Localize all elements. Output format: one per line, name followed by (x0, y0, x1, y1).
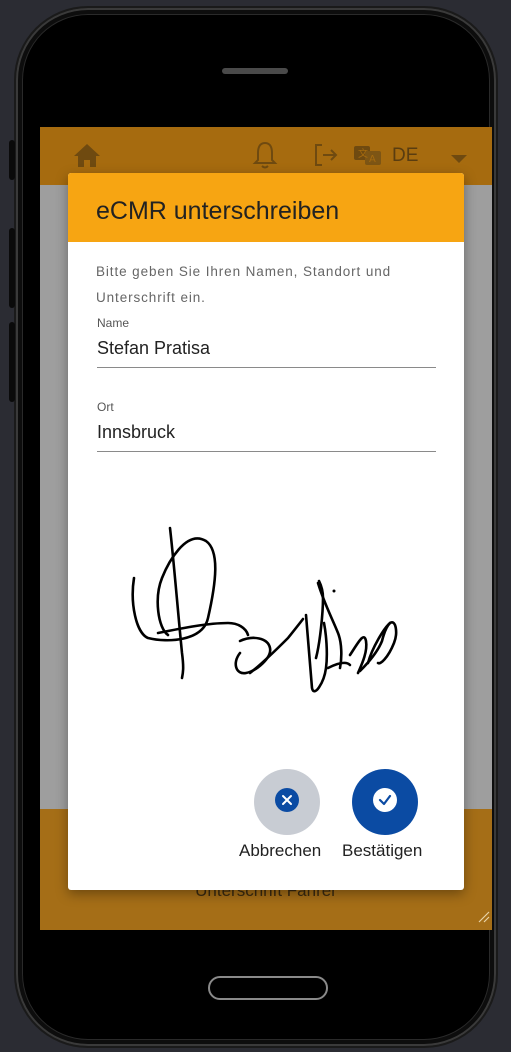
location-field-underline (97, 451, 436, 452)
dialog-instructions: Bitte geben Sie Ihren Namen, Standort un… (96, 264, 392, 305)
phone-home-button[interactable] (208, 976, 328, 1000)
side-button-mute (9, 140, 15, 180)
check-icon (372, 787, 398, 818)
cancel-button-label[interactable]: Abbrechen (239, 841, 321, 861)
sign-ecmr-dialog: eCMR unterschreiben Bitte geben Sie Ihre… (68, 173, 464, 890)
signature-pad[interactable] (128, 523, 418, 708)
translate-icon[interactable]: 文A (353, 144, 383, 173)
name-field-label: Name (97, 316, 130, 330)
svg-text:文: 文 (358, 147, 368, 160)
language-selector[interactable]: DE (392, 145, 418, 167)
confirm-button-label[interactable]: Bestätigen (342, 841, 422, 861)
name-field[interactable]: Stefan Pratisa (97, 338, 210, 359)
cancel-button[interactable] (254, 769, 320, 835)
location-field-label: Ort (97, 400, 114, 414)
caret-down-icon[interactable] (450, 151, 468, 169)
resize-handle-icon (476, 909, 490, 928)
name-field-underline (97, 367, 436, 368)
side-button-volume-down (9, 322, 15, 402)
logout-icon[interactable] (312, 142, 340, 173)
signature-drawing (131, 526, 398, 693)
phone-speaker (222, 68, 288, 74)
dialog-header: eCMR unterschreiben (68, 173, 464, 242)
side-button-volume-up (9, 228, 15, 308)
home-icon[interactable] (72, 141, 102, 174)
close-icon (274, 787, 300, 818)
location-field[interactable]: Innsbruck (97, 422, 175, 443)
svg-text:A: A (369, 154, 376, 165)
dialog-title: eCMR unterschreiben (96, 197, 340, 225)
bell-icon[interactable] (252, 140, 278, 175)
confirm-button[interactable] (352, 769, 418, 835)
